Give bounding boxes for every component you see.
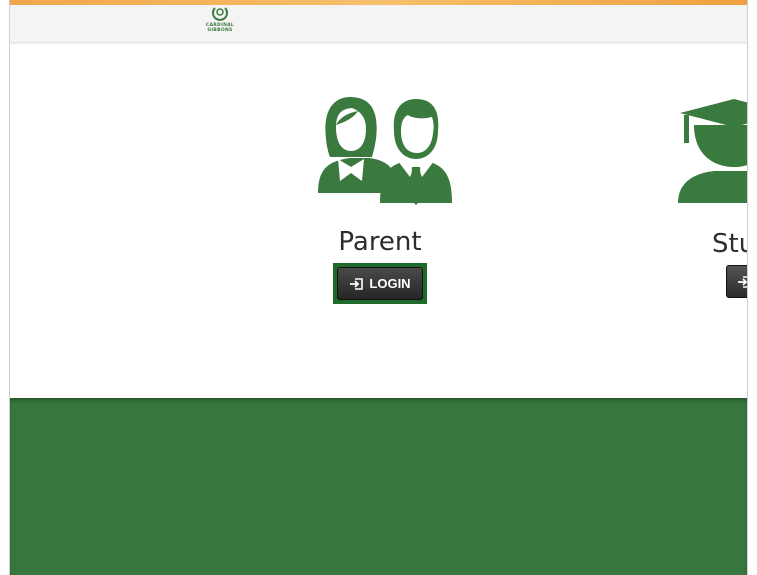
sign-in-icon <box>350 277 364 290</box>
green-footer-band <box>10 398 747 575</box>
parent-couple-icon <box>318 97 452 205</box>
parent-login-button[interactable]: LOGIN <box>337 267 423 300</box>
student-role-label: Stu <box>712 229 747 259</box>
parent-login-label: LOGIN <box>369 276 411 291</box>
student-card: Stu <box>674 95 747 298</box>
student-login-button[interactable] <box>726 265 747 298</box>
page-frame: CARDINAL GIBBONS Parent LOGIN St <box>9 0 748 575</box>
parent-role-label: Parent <box>338 227 422 257</box>
school-logo[interactable]: CARDINAL GIBBONS <box>200 5 240 37</box>
logo-text-line-2: GIBBONS <box>207 28 233 33</box>
logo-emblem-icon <box>212 7 228 21</box>
sign-in-icon <box>738 275 747 288</box>
graduate-icon <box>678 99 747 203</box>
site-header: CARDINAL GIBBONS <box>10 5 747 43</box>
parent-card: Parent LOGIN <box>280 95 480 304</box>
parent-login-focus-ring: LOGIN <box>333 263 427 304</box>
